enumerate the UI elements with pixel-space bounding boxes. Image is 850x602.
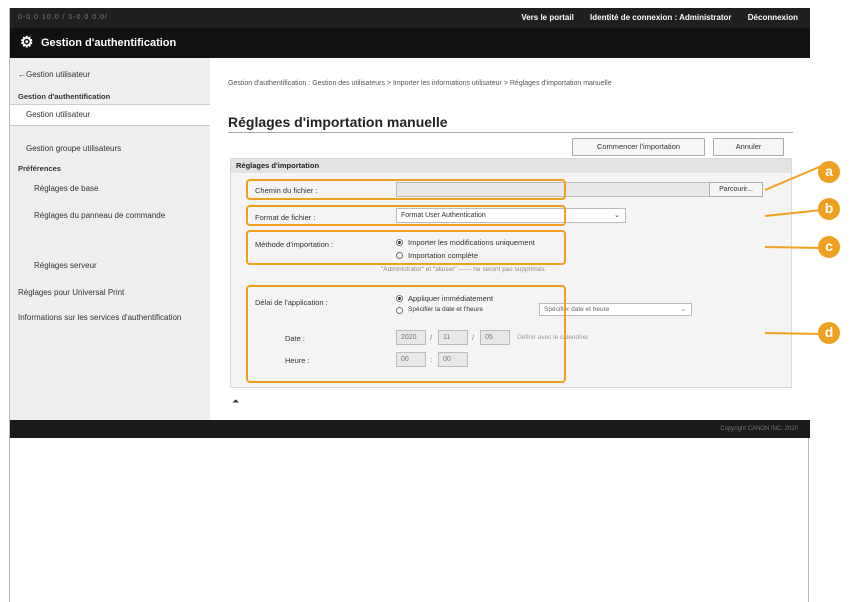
callout-badge-c: c [818,236,840,258]
browser-page: 0-0.0 10.0 / 0-0.0 0.0/ Vers le portail … [9,8,810,602]
sidebar-back-label: Gestion utilisateur [26,70,91,79]
chevron-down-icon: ⌄ [680,306,686,313]
callout-box-d [246,285,566,383]
callout-badge-a: a [818,161,840,183]
callout-badge-d: d [818,322,840,344]
callout-box-b [246,205,566,226]
gear-icon: ⚙ [20,34,34,51]
logout-link[interactable]: Déconnexion [748,13,798,22]
sidebar-item-basic[interactable]: Réglages de base [34,184,99,193]
method-note: "Administrator" et "aliuser" ------ ne s… [381,266,547,273]
sidebar-section-auth: Gestion d'authentification [18,92,111,101]
page-title: Réglages d'importation manuelle [228,114,448,130]
sidebar-item-panel[interactable]: Réglages du panneau de commande [34,210,184,222]
sidebar-back-link[interactable]: ←Gestion utilisateur [18,70,90,79]
callout-box-c [246,230,566,265]
back-arrow-icon: ← [18,70,26,79]
browse-button[interactable]: Parcourir... [709,182,763,197]
callout-badge-b: b [818,198,840,220]
sidebar-item-groups[interactable]: Gestion groupe utilisateurs [26,144,121,153]
cancel-button[interactable]: Annuler [713,138,784,156]
callout-box-a [246,179,566,200]
login-identity: Identité de connexion : Administrator [590,13,732,22]
sidebar: ←Gestion utilisateur Gestion d'authentif… [10,58,210,420]
title-divider [228,132,793,133]
sidebar-item-users[interactable]: Gestion utilisateur [10,104,210,126]
app-header: ⚙ Gestion d'authentification [10,28,210,58]
section-title: Réglages d'importation [231,159,791,173]
sidebar-section-prefs: Préférences [18,164,61,173]
start-import-button[interactable]: Commencer l'importation [572,138,705,156]
top-bar: 0-0.0 10.0 / 0-0.0 0.0/ Vers le portail … [10,8,810,28]
portal-link[interactable]: Vers le portail [521,13,573,22]
app-title: Gestion d'authentification [41,37,177,49]
footer-bar: Copyright CANON INC. 2020 [10,420,810,438]
scroll-to-top-icon[interactable]: ⏶ [232,396,239,407]
breadcrumb: Gestion d'authentification : Gestion des… [228,80,612,87]
sidebar-item-server[interactable]: Réglages serveur [34,261,97,270]
sidebar-item-universal-print[interactable]: Réglages pour Universal Print [18,288,124,297]
sidebar-item-auth-info[interactable]: Informations sur les services d'authenti… [18,312,188,324]
device-address: 0-0.0 10.0 / 0-0.0 0.0/ [18,14,108,21]
app-header-bar [210,28,810,58]
chevron-down-icon: ⌄ [614,212,620,219]
copyright-text: Copyright CANON INC. 2020 [720,426,798,432]
